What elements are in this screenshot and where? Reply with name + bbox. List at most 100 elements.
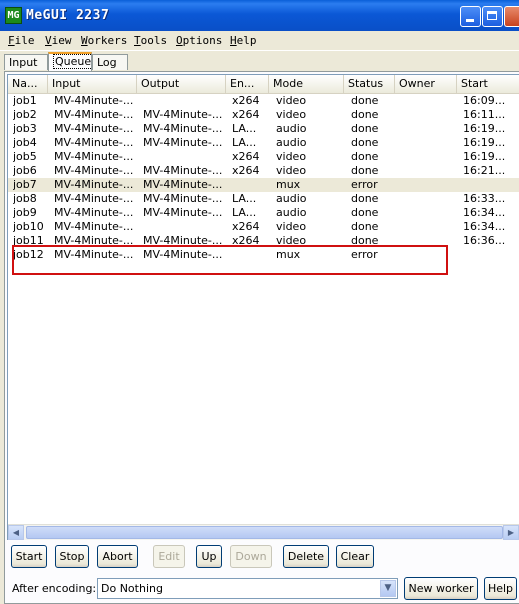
menu-tools-accel: T <box>134 34 141 47</box>
scroll-thumb[interactable] <box>26 526 503 539</box>
cell-status: error <box>351 178 378 191</box>
scroll-right-icon[interactable]: ▶ <box>503 525 519 540</box>
cell-start: 16:34... <box>463 220 506 233</box>
cell-mode: mux <box>276 178 301 191</box>
table-row[interactable]: job5 MV-4Minute-... x264 video done 16:19... <box>8 150 519 164</box>
cell-encoder: LA... <box>232 136 257 149</box>
close-button[interactable] <box>504 6 519 27</box>
cell-status: done <box>351 206 379 219</box>
stop-button[interactable]: Stop <box>55 545 89 568</box>
menu-help-accel: H <box>230 34 237 47</box>
column-header-name[interactable]: Na... <box>8 75 48 93</box>
cell-mode: video <box>276 220 307 233</box>
new-worker-button[interactable]: New worker <box>404 577 478 600</box>
cell-status: done <box>351 94 379 107</box>
cell-input: MV-4Minute-... <box>54 178 134 191</box>
table-row[interactable]: job10 MV-4Minute-... x264 video done 16:34... <box>8 220 519 234</box>
cell-output: MV-4Minute-... <box>143 206 223 219</box>
after-encoding-label: After encoding: <box>12 582 97 595</box>
window-title: MeGUI 2237 <box>26 8 110 23</box>
cell-status: done <box>351 164 379 177</box>
edit-button[interactable]: Edit <box>153 545 185 568</box>
cell-name: job5 <box>13 150 37 163</box>
column-header-mode[interactable]: Mode <box>269 75 344 93</box>
cell-name: job10 <box>13 220 44 233</box>
menu-file-accel: F <box>8 34 15 47</box>
cell-encoder: LA... <box>232 206 257 219</box>
tab-queue[interactable]: Queue <box>48 52 94 72</box>
menu-options-accel: O <box>176 34 183 47</box>
delete-button[interactable]: Delete <box>283 545 329 568</box>
cell-name: job2 <box>13 108 37 121</box>
table-row[interactable]: job1 MV-4Minute-... x264 video done 16:09... <box>8 94 519 108</box>
minimize-button[interactable] <box>460 6 481 27</box>
menu-options[interactable]: Options <box>176 34 222 47</box>
cell-input: MV-4Minute-... <box>54 136 134 149</box>
horizontal-scrollbar[interactable]: ◀ ▶ <box>8 524 519 540</box>
menu-view[interactable]: View <box>45 34 72 47</box>
cell-output: MV-4Minute-... <box>143 192 223 205</box>
cell-mode: audio <box>276 206 307 219</box>
column-header-start[interactable]: Start <box>457 75 519 93</box>
cell-encoder: LA... <box>232 192 257 205</box>
chevron-down-icon[interactable]: ▼ <box>380 580 396 597</box>
cell-output: MV-4Minute-... <box>143 108 223 121</box>
cell-input: MV-4Minute-... <box>54 150 134 163</box>
column-header-input[interactable]: Input <box>48 75 137 93</box>
menu-file-label: ile <box>14 34 35 47</box>
table-row[interactable]: job6 MV-4Minute-... MV-4Minute-... x264 vide… <box>8 164 519 178</box>
scroll-left-icon[interactable]: ◀ <box>8 525 24 540</box>
abort-button[interactable]: Abort <box>97 545 138 568</box>
cell-mode: video <box>276 94 307 107</box>
job-queue-list[interactable]: Na... Input Output En... Mode Status Own… <box>7 74 519 540</box>
cell-start: 16:21... <box>463 164 506 177</box>
table-row[interactable]: job4 MV-4Minute-... MV-4Minute-... LA... aud… <box>8 136 519 150</box>
cell-mode: audio <box>276 192 307 205</box>
cell-start: 16:19... <box>463 150 506 163</box>
cell-mode: audio <box>276 136 307 149</box>
cell-encoder: LA... <box>232 122 257 135</box>
tab-log-label: Log <box>97 56 117 69</box>
menu-bar: File View Workers Tools Options Help <box>0 31 519 51</box>
cell-mode: video <box>276 164 307 177</box>
tab-input[interactable]: Input <box>4 54 48 70</box>
cell-input: MV-4Minute-... <box>54 220 134 233</box>
start-button[interactable]: Start <box>11 545 47 568</box>
cell-start: 16:09... <box>463 94 506 107</box>
menu-view-accel: V <box>45 34 52 47</box>
move-up-button[interactable]: Up <box>196 545 222 568</box>
menu-help[interactable]: Help <box>230 34 257 47</box>
table-row[interactable]: job7 MV-4Minute-... MV-4Minute-... mux error <box>8 178 519 192</box>
column-header-encoder[interactable]: En... <box>226 75 269 93</box>
title-bar[interactable]: MG MeGUI 2237 <box>0 0 519 31</box>
cell-name: job1 <box>13 94 37 107</box>
cell-output: MV-4Minute-... <box>143 164 223 177</box>
table-row[interactable]: job2 MV-4Minute-... MV-4Minute-... x264 vide… <box>8 108 519 122</box>
menu-workers[interactable]: Workers <box>81 34 127 47</box>
cell-status: done <box>351 136 379 149</box>
help-button[interactable]: Help <box>484 577 517 600</box>
table-row[interactable]: job3 MV-4Minute-... MV-4Minute-... LA... aud… <box>8 122 519 136</box>
cell-start: 16:11... <box>463 108 506 121</box>
cell-name: job3 <box>13 122 37 135</box>
menu-tools-label: ools <box>140 34 168 47</box>
menu-view-label: iew <box>51 34 72 47</box>
table-row[interactable]: job8 MV-4Minute-... MV-4Minute-... LA... aud… <box>8 192 519 206</box>
list-header: Na... Input Output En... Mode Status Own… <box>8 75 519 94</box>
column-header-owner[interactable]: Owner <box>395 75 457 93</box>
column-header-output[interactable]: Output <box>137 75 226 93</box>
cell-input: MV-4Minute-... <box>54 94 134 107</box>
cell-name: job7 <box>13 178 37 191</box>
menu-tools[interactable]: Tools <box>134 34 167 47</box>
after-encoding-select[interactable]: Do Nothing ▼ <box>97 578 398 599</box>
app-icon: MG <box>5 7 22 24</box>
cell-status: done <box>351 150 379 163</box>
maximize-button[interactable] <box>482 6 503 27</box>
column-header-status[interactable]: Status <box>344 75 395 93</box>
move-down-button[interactable]: Down <box>230 545 272 568</box>
clear-button[interactable]: Clear <box>336 545 374 568</box>
cell-name: job9 <box>13 206 37 219</box>
menu-file[interactable]: File <box>8 34 35 47</box>
table-row[interactable]: job9 MV-4Minute-... MV-4Minute-... LA... aud… <box>8 206 519 220</box>
tab-log[interactable]: Log <box>92 54 128 70</box>
